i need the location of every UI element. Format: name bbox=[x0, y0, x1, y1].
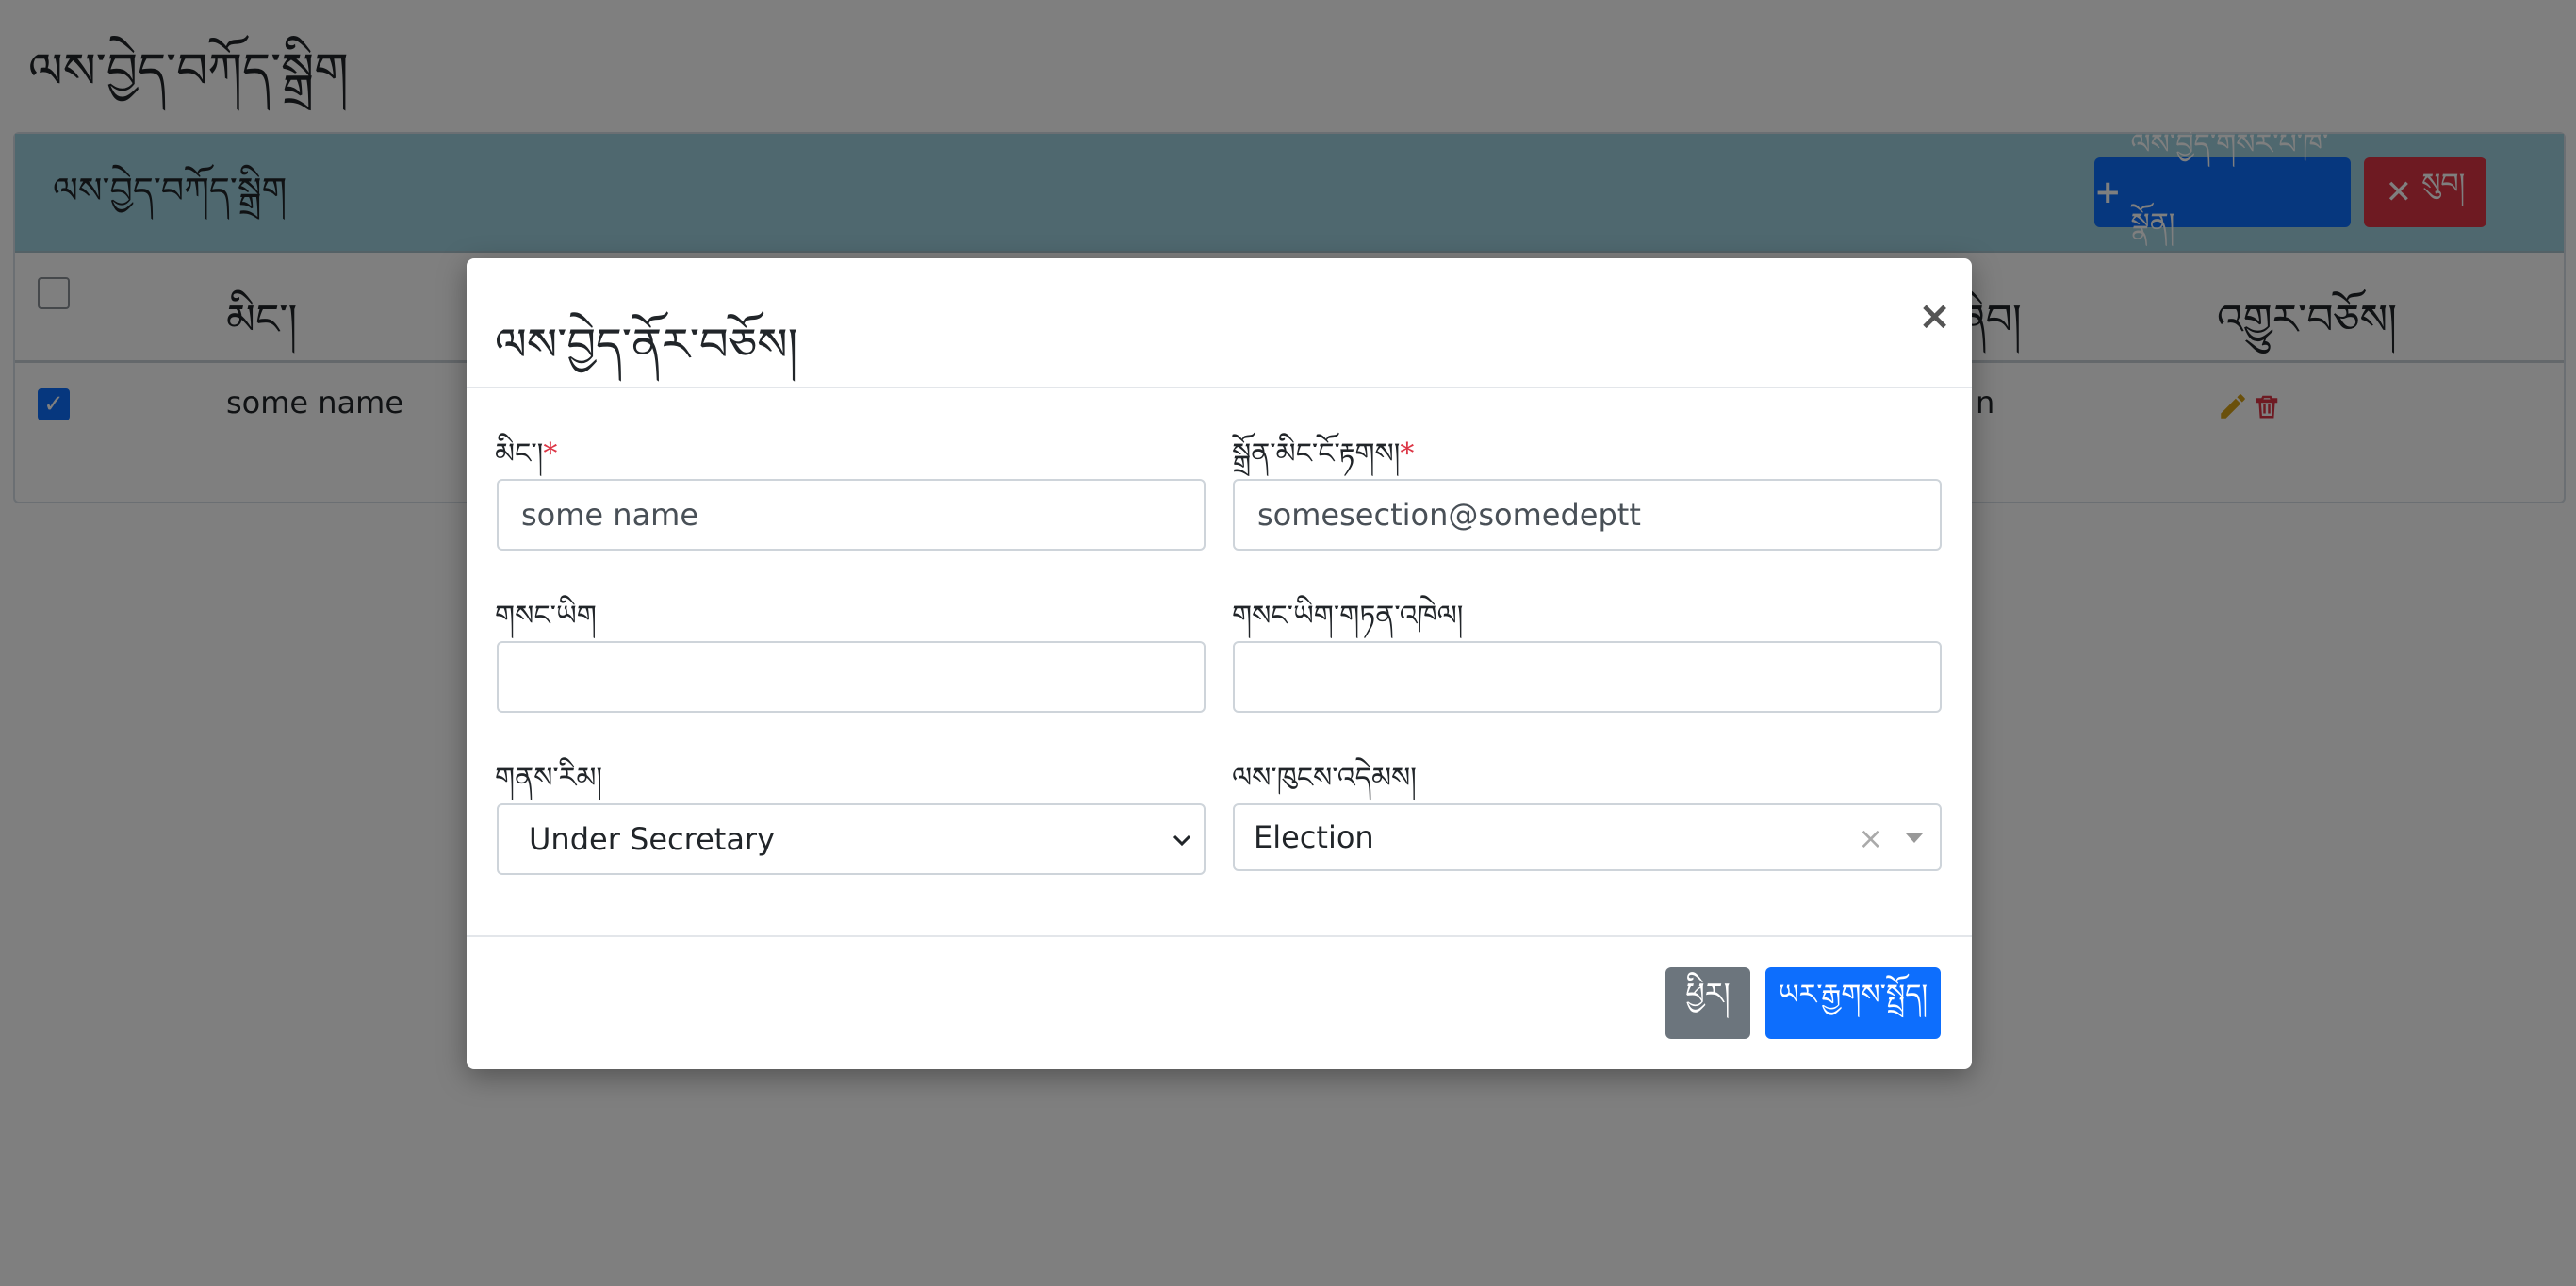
clear-icon[interactable]: × bbox=[1858, 820, 1883, 856]
caret-down-icon[interactable] bbox=[1906, 833, 1923, 843]
post-select[interactable]: Under Secretary bbox=[497, 803, 1206, 875]
section-select[interactable]: Election × bbox=[1233, 803, 1942, 871]
chevron-down-icon bbox=[1173, 834, 1191, 847]
email-label-text: སྒྲོན་མིང་ངོ་རྟགས། bbox=[1232, 437, 1401, 470]
close-icon[interactable]: × bbox=[1918, 292, 1951, 338]
edit-employee-modal: ལས་བྱེད་ནོར་བཅོས། × མིང་།* སྒྲོན་མིང་ངོ་… bbox=[467, 258, 1972, 1069]
post-select-value: Under Secretary bbox=[529, 821, 776, 857]
cancel-button[interactable]: ཕྱིར། bbox=[1665, 967, 1750, 1039]
password-confirm-field[interactable] bbox=[1233, 641, 1942, 713]
section-select-value: Election bbox=[1254, 819, 1374, 855]
modal-footer-divider bbox=[467, 935, 1972, 937]
password-field[interactable] bbox=[497, 641, 1206, 713]
required-mark: * bbox=[1400, 437, 1415, 470]
page: ལས་བྱེད་བཀོད་སྒྲིག ལས་བྱེད་བཀོད་སྒྲིག + … bbox=[0, 0, 2576, 1286]
required-mark: * bbox=[543, 437, 558, 470]
email-field[interactable] bbox=[1233, 479, 1942, 551]
name-field[interactable] bbox=[497, 479, 1206, 551]
modal-title: ལས་བྱེད་ནོར་བཅོས། bbox=[495, 319, 798, 371]
name-label-text: མིང་། bbox=[495, 437, 544, 470]
save-button[interactable]: ཡར་རྒྱགས་སྤྲོད། bbox=[1765, 967, 1941, 1039]
modal-header-divider bbox=[467, 387, 1972, 388]
